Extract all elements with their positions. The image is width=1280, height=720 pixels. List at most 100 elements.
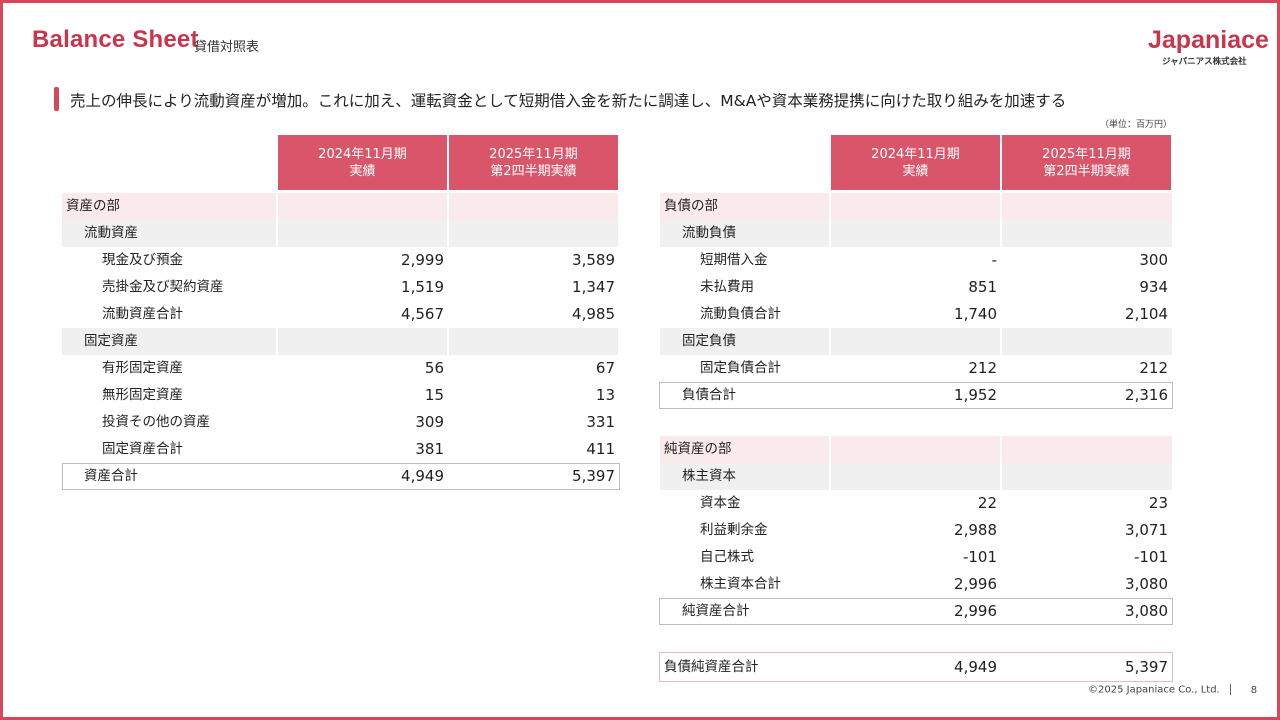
row-value-2025: 3,589 [572,251,615,269]
row-value-2024: - [991,251,997,269]
row-label: 自己株式 [700,549,754,565]
row-value-2024: -101 [962,548,997,566]
row-value-2024: 56 [424,359,444,377]
company-logo: Japaniace [1148,26,1269,54]
table-row: 自己株式 -101 -101 [660,544,1172,571]
row-value-2024: 1,519 [401,278,444,296]
row-value-2024: 1,740 [954,305,997,323]
assets-total-row: 資産合計 4,949 5,397 [62,463,618,490]
row-value-2025: 23 [1148,494,1168,512]
footer: ©2025 Japaniace Co., Ltd. 8 [1088,684,1257,696]
row-value-2025: 212 [1139,359,1168,377]
col1-header-line2: 実績 [349,163,376,179]
row-bg [831,436,1000,463]
col1-header-line2: 実績 [902,163,929,179]
row-value-2025: 3,080 [1125,602,1168,620]
row-value-2025: 2,316 [1125,386,1168,404]
row-label: 投資その他の資産 [102,414,210,430]
assets-section-label: 資産の部 [66,198,120,214]
row-label: 資本金 [700,495,741,511]
row-bg [1002,193,1172,220]
row-bg [278,328,447,355]
row-label: 現金及び預金 [102,252,183,268]
row-value-2024: 1,952 [954,386,997,404]
row-value-2025: 4,985 [572,305,615,323]
row-label: 売掛金及び契約資産 [102,279,224,295]
col2-header-line1: 2025年11月期 [489,146,578,162]
row-value-2024: 2,996 [954,575,997,593]
row-label: 短期借入金 [700,252,768,268]
row-bg [831,463,1000,490]
row-label: 株主資本合計 [700,576,781,592]
current-liabilities-row: 流動負債 [660,220,1172,247]
table-row: 株主資本合計 2,996 3,080 [660,571,1172,598]
row-value-2025: -101 [1133,548,1168,566]
col2-header-line2: 第2四半期実績 [1043,163,1130,179]
row-value-2024: 2,996 [954,602,997,620]
row-label: 純資産合計 [682,603,750,619]
table-row: 短期借入金 - 300 [660,247,1172,274]
row-bg [449,220,618,247]
page-subtitle: 貸借対照表 [194,40,260,55]
row-value-2025: 67 [595,359,615,377]
row-value-2025: 934 [1139,278,1168,296]
row-value-2025: 411 [586,440,615,458]
row-value-2025: 3,071 [1125,521,1168,539]
col1-header-line1: 2024年11月期 [871,146,960,162]
liab-col1-header: 2024年11月期 実績 [831,135,1000,190]
table-row: 資本金 22 23 [660,490,1172,517]
table-row: 固定資産合計 381 411 [62,436,618,463]
col1-header-line1: 2024年11月期 [318,146,407,162]
headline-text: 売上の伸長により流動資産が増加。これに加え、運転資金として短期借入金を新たに調達… [70,92,1067,110]
row-bg [831,328,1000,355]
net-assets-total-row: 純資産合計 2,996 3,080 [660,598,1172,625]
row-value-2025: 331 [586,413,615,431]
row-value-2025: 3,080 [1125,575,1168,593]
row-value-2024: 309 [415,413,444,431]
liabilities-section-label: 負債の部 [664,198,718,214]
page-number: 8 [1250,684,1258,696]
row-value-2024: 2,999 [401,251,444,269]
row-bg [1002,436,1172,463]
fixed-liabilities-label: 固定負債 [682,333,736,349]
row-value-2025: 300 [1139,251,1168,269]
fixed-liabilities-row: 固定負債 [660,328,1172,355]
row-bg [831,220,1000,247]
unit-note: （単位：百万円） [1100,120,1173,130]
row-label: 固定資産合計 [102,441,183,457]
row-label: 負債合計 [682,387,736,403]
table-row: 流動負債合計 1,740 2,104 [660,301,1172,328]
row-bg [278,220,447,247]
row-value-2024: 15 [424,386,444,404]
row-bg [278,193,447,220]
row-label: 負債純資産合計 [664,659,759,675]
liab-col2-header: 2025年11月期 第2四半期実績 [1002,135,1171,190]
assets-col1-header: 2024年11月期 実績 [278,135,447,190]
table-row: 流動資産合計 4,567 4,985 [62,301,618,328]
row-label: 流動負債合計 [700,306,781,322]
table-row: 売掛金及び契約資産 1,519 1,347 [62,274,618,301]
row-value-2024: 851 [968,278,997,296]
row-value-2024: 22 [977,494,997,512]
row-value-2025: 5,397 [572,467,615,485]
row-value-2025: 5,397 [1125,658,1168,676]
fixed-assets-row: 固定資産 [62,328,618,355]
equity-row: 株主資本 [660,463,1172,490]
row-value-2024: 4,949 [401,467,444,485]
current-assets-label: 流動資産 [84,225,138,241]
row-value-2025: 2,104 [1125,305,1168,323]
net-assets-section-label: 純資産の部 [664,441,732,457]
current-assets-row: 流動資産 [62,220,618,247]
row-bg [1002,220,1172,247]
table-row: 有形固定資産 56 67 [62,355,618,382]
row-value-2024: 2,988 [954,521,997,539]
table-row: 無形固定資産 15 13 [62,382,618,409]
grand-total-row: 負債純資産合計 4,949 5,397 [660,654,1172,681]
footer-divider [1229,684,1231,695]
row-label: 無形固定資産 [102,387,183,403]
equity-label: 株主資本 [682,468,736,484]
liabilities-section-row: 負債の部 [660,193,1172,220]
page-title: Balance Sheet [32,26,199,53]
row-value-2024: 4,949 [954,658,997,676]
row-label: 流動資産合計 [102,306,183,322]
